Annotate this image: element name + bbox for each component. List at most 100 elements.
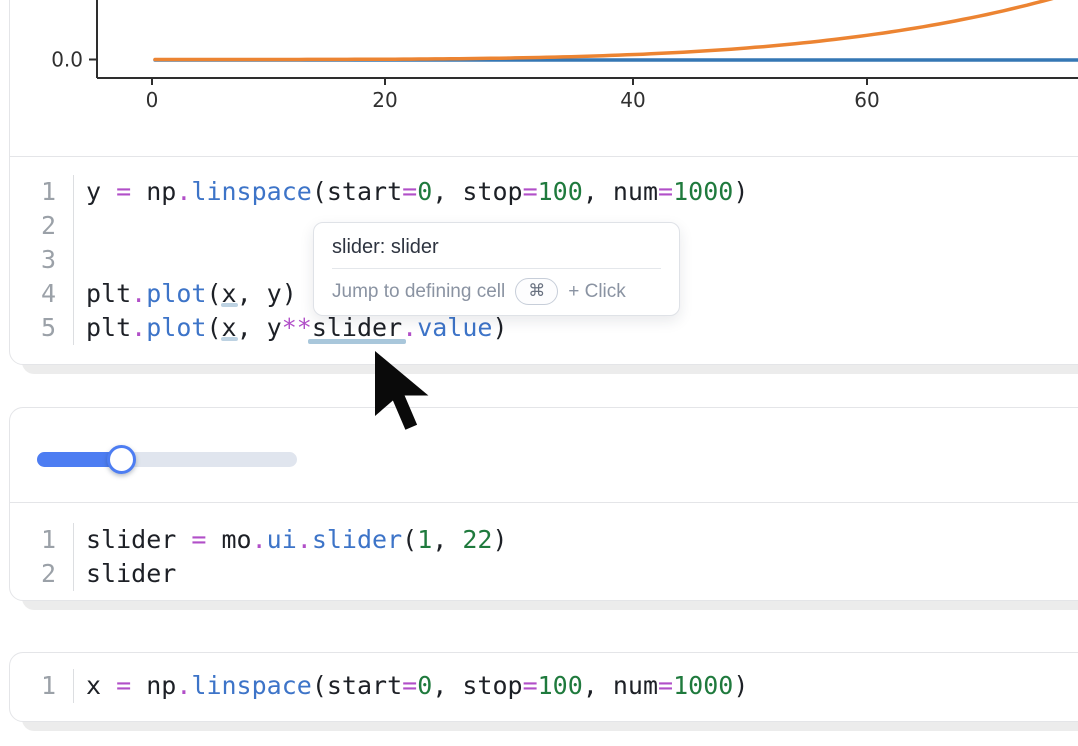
token: , y xyxy=(237,313,282,342)
click-suffix: + Click xyxy=(568,281,626,303)
code-editor-2[interactable]: 1slider = mo.ui.slider(1, 22)2 slider xyxy=(10,503,1078,591)
token: ) xyxy=(492,525,507,554)
variable-tooltip: slider: slider Jump to defining cell ⌘ +… xyxy=(313,222,680,316)
line-number: 1 xyxy=(10,175,74,209)
cmd-icon: ⌘ xyxy=(528,281,545,301)
code-text: plt.plot(x, y**slider.value) xyxy=(74,311,508,345)
cmd-key-pill: ⌘ xyxy=(515,278,558,305)
token: 0 xyxy=(417,671,432,700)
line-number: 2 xyxy=(10,557,74,591)
token: , num xyxy=(583,671,658,700)
token: 1000 xyxy=(673,671,733,700)
marimo-notebook: 0.00204060 1y = np.linspace(start=0, sto… xyxy=(0,0,1078,746)
x-tick-label: 0 xyxy=(146,88,159,112)
cell-x-definition: 1x = np.linspace(start=0, stop=100, num=… xyxy=(9,652,1078,722)
token: x xyxy=(222,313,237,342)
token: , y) xyxy=(237,279,297,308)
token: 100 xyxy=(538,177,583,206)
cell-slider: 1slider = mo.ui.slider(1, 22)2 slider xyxy=(9,407,1078,601)
token: . xyxy=(297,525,312,554)
token: ui xyxy=(267,525,297,554)
token: = xyxy=(402,177,417,206)
code-text: slider = mo.ui.slider(1, 22) xyxy=(74,523,508,557)
token: , num xyxy=(583,177,658,206)
x-tick-label: 60 xyxy=(854,88,879,112)
mouse-cursor-icon xyxy=(374,350,432,436)
token: = xyxy=(402,671,417,700)
token: . xyxy=(176,177,191,206)
token: slider xyxy=(86,525,191,554)
tooltip-title: slider: slider xyxy=(314,223,679,268)
slider-handle[interactable] xyxy=(107,445,136,474)
token: slider xyxy=(312,313,402,342)
token: y xyxy=(86,177,116,206)
token: (start xyxy=(312,671,402,700)
series-y-power xyxy=(155,0,1075,60)
code-editor-3[interactable]: 1x = np.linspace(start=0, stop=100, num=… xyxy=(10,653,1078,703)
token: , stop xyxy=(432,671,522,700)
token: ) xyxy=(733,671,748,700)
code-line[interactable]: 2 slider xyxy=(10,557,1078,591)
token: x xyxy=(222,279,237,308)
slider-track[interactable] xyxy=(37,452,297,467)
token: mo xyxy=(206,525,251,554)
token: 0 xyxy=(417,177,432,206)
token: ( xyxy=(206,279,221,308)
tooltip-hint-row: Jump to defining cell ⌘ + Click xyxy=(314,269,679,314)
token: plot xyxy=(146,279,206,308)
code-text xyxy=(74,243,86,277)
token: plt xyxy=(86,279,131,308)
token: ( xyxy=(402,525,417,554)
token: slider xyxy=(312,525,402,554)
token: . xyxy=(402,313,417,342)
token: (start xyxy=(312,177,402,206)
token: ) xyxy=(733,177,748,206)
token: ** xyxy=(282,313,312,342)
slider-output xyxy=(10,408,1078,503)
token: = xyxy=(523,671,538,700)
token: np xyxy=(131,671,176,700)
token: . xyxy=(252,525,267,554)
line-number: 3 xyxy=(10,243,74,277)
code-text: slider xyxy=(74,557,176,591)
token: , xyxy=(432,525,462,554)
token: . xyxy=(176,671,191,700)
token: ) xyxy=(492,313,507,342)
token: linspace xyxy=(191,177,311,206)
line-number: 5 xyxy=(10,311,74,345)
token: plt xyxy=(86,313,131,342)
token: slider xyxy=(86,559,176,588)
token: x xyxy=(86,671,116,700)
code-text: plt.plot(x, y) xyxy=(74,277,297,311)
code-line[interactable]: 1x = np.linspace(start=0, stop=100, num=… xyxy=(10,669,1078,703)
code-line[interactable]: 5plt.plot(x, y**slider.value) xyxy=(10,311,1078,345)
token: = xyxy=(658,671,673,700)
token: = xyxy=(116,177,131,206)
line-number: 4 xyxy=(10,277,74,311)
code-text: y = np.linspace(start=0, stop=100, num=1… xyxy=(74,175,748,209)
code-line[interactable]: 1y = np.linspace(start=0, stop=100, num=… xyxy=(10,175,1078,209)
plot-output: 0.00204060 xyxy=(10,0,1078,157)
token: , stop xyxy=(432,177,522,206)
token: ( xyxy=(206,313,221,342)
token: 1000 xyxy=(673,177,733,206)
token: = xyxy=(116,671,131,700)
token: . xyxy=(131,279,146,308)
token: = xyxy=(658,177,673,206)
token: . xyxy=(131,313,146,342)
y-tick-label: 0.0 xyxy=(51,48,83,72)
jump-hint-label: Jump to defining cell xyxy=(332,281,505,303)
token: 100 xyxy=(538,671,583,700)
token: = xyxy=(523,177,538,206)
token: np xyxy=(131,177,176,206)
token: plot xyxy=(146,313,206,342)
code-text xyxy=(74,209,86,243)
code-text: x = np.linspace(start=0, stop=100, num=1… xyxy=(74,669,748,703)
code-line[interactable]: 1slider = mo.ui.slider(1, 22) xyxy=(10,523,1078,557)
token: 1 xyxy=(417,525,432,554)
matplotlib-plot: 0.00204060 xyxy=(10,0,1078,156)
x-tick-label: 40 xyxy=(620,88,645,112)
line-number: 2 xyxy=(10,209,74,243)
token: value xyxy=(417,313,492,342)
token: linspace xyxy=(191,671,311,700)
